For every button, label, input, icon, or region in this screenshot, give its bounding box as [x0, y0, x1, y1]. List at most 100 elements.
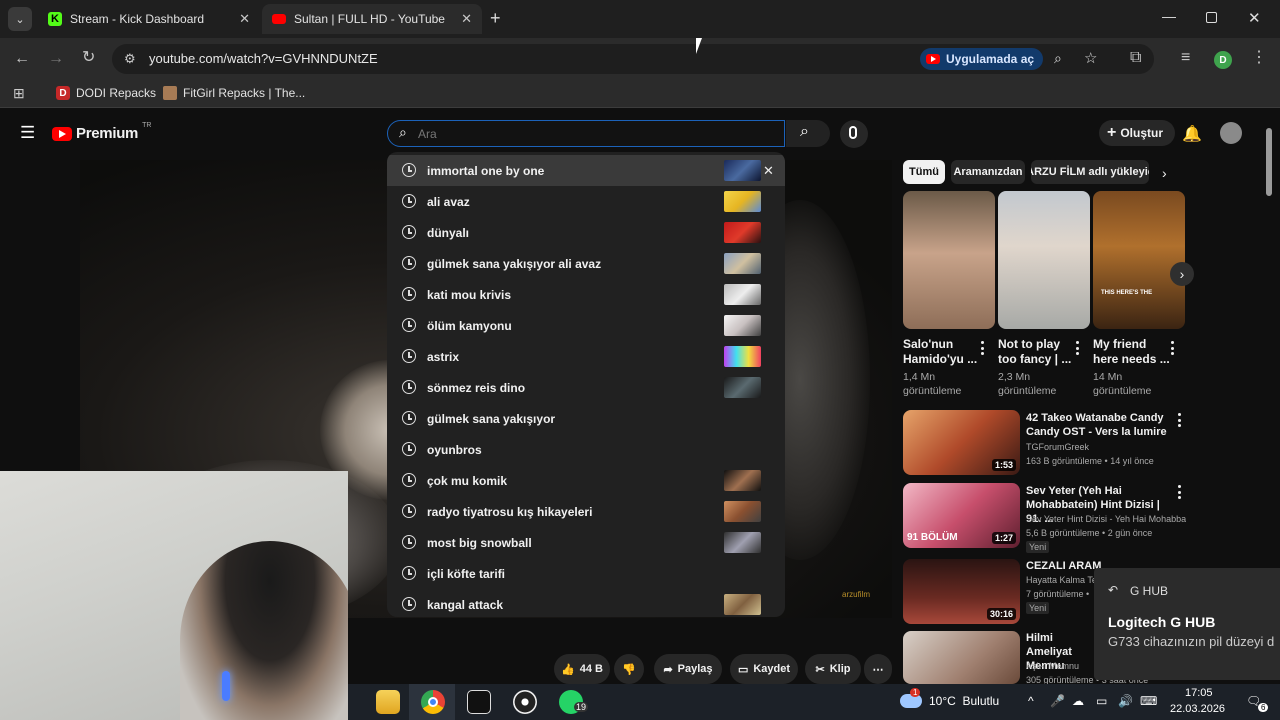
short-thumbnail[interactable]: THIS HERE'S THE: [1093, 191, 1185, 329]
rec-thumbnail[interactable]: 91 BÖLÜM 1:27: [903, 483, 1020, 548]
profile-avatar[interactable]: D: [1214, 51, 1232, 69]
chevron-up-icon[interactable]: ^: [1028, 694, 1034, 708]
short-thumbnail[interactable]: [998, 191, 1090, 329]
like-button[interactable]: 👍 44 B: [554, 654, 610, 684]
youtube-logo[interactable]: Premium TR: [52, 122, 151, 142]
more-options-icon[interactable]: [1075, 341, 1079, 355]
clip-button[interactable]: ✂ Klip: [805, 654, 861, 684]
save-button[interactable]: ▭ Kaydet: [730, 654, 798, 684]
clock-date[interactable]: 22.03.2026: [1170, 703, 1225, 715]
suggestion-item[interactable]: radyo tiyatrosu kış hikayeleri: [387, 496, 785, 527]
suggestion-item[interactable]: içli köfte tarifi: [387, 558, 785, 589]
rec-channel[interactable]: Sev Yeter Hint Dizisi - Yeh Hai Mohabbat…: [1026, 513, 1186, 525]
rec-thumbnail[interactable]: [903, 631, 1020, 684]
reload-icon[interactable]: ↻: [82, 50, 95, 66]
more-options-icon[interactable]: [980, 341, 984, 355]
minimize-window-button[interactable]: —: [1162, 8, 1176, 24]
search-input[interactable]: [418, 125, 758, 143]
site-settings-icon[interactable]: ⚙: [124, 51, 136, 67]
tab-youtube-sultan[interactable]: Sultan | FULL HD - YouTube ✕: [262, 4, 482, 34]
tab-kick-dashboard[interactable]: K Stream - Kick Dashboard ✕: [38, 4, 260, 34]
page-scrollbar[interactable]: [1266, 128, 1272, 196]
volume-icon[interactable]: 🔊: [1118, 694, 1133, 708]
menu-dots-icon[interactable]: ⋮: [1251, 50, 1267, 66]
suggestion-text: gülmek sana yakışıyor: [427, 412, 556, 426]
close-tab-icon[interactable]: ✕: [461, 11, 472, 27]
suggestion-item[interactable]: gülmek sana yakışıyor ali avaz: [387, 248, 785, 279]
short-thumbnail[interactable]: [903, 191, 995, 329]
suggestion-item[interactable]: sönmez reis dino: [387, 372, 785, 403]
suggestion-item[interactable]: gülmek sana yakışıyor: [387, 403, 785, 434]
rec-channel[interactable]: TGForumGreek: [1026, 441, 1186, 453]
close-window-button[interactable]: ✕: [1248, 9, 1261, 27]
short-title[interactable]: My friend here needs ...: [1093, 337, 1173, 367]
new-tab-button[interactable]: +: [490, 8, 501, 29]
create-button[interactable]: + Oluştur: [1099, 120, 1176, 146]
chip-uploader[interactable]: ARZU FİLM adlı yükleyic: [1031, 160, 1149, 184]
rec-title[interactable]: 42 Takeo Watanabe Candy Candy OST - Vers…: [1026, 411, 1176, 439]
suggestion-item[interactable]: most big snowball: [387, 527, 785, 558]
hamburger-menu-icon[interactable]: ☰: [20, 123, 35, 143]
short-title[interactable]: Salo'nun Hamido'yu ...: [903, 337, 983, 367]
cloud-icon[interactable]: ☁: [1072, 694, 1084, 708]
file-explorer-icon[interactable]: [376, 690, 400, 714]
mouse-cursor: [696, 38, 702, 54]
capcut-icon[interactable]: [467, 690, 491, 714]
microphone-icon[interactable]: 🎤: [1050, 694, 1065, 708]
open-in-app-button[interactable]: Uygulamada aç: [920, 48, 1044, 70]
ghub-icon: ↶: [1108, 583, 1119, 597]
notifications-bell-icon[interactable]: 🔔: [1182, 124, 1202, 144]
media-controls-icon[interactable]: ≡: [1181, 50, 1190, 66]
search-box[interactable]: ⌕: [387, 120, 785, 147]
chevron-right-icon[interactable]: ›: [1162, 165, 1167, 181]
back-arrow-icon[interactable]: ←: [14, 51, 30, 67]
more-options-icon[interactable]: [1177, 485, 1181, 499]
omnibox[interactable]: ⚙ youtube.com/watch?v=GVHNNDUNtZE Uygula…: [112, 44, 1154, 74]
suggestion-item[interactable]: kangal attack: [387, 589, 785, 617]
dislike-button[interactable]: 👎: [614, 654, 644, 684]
suggestion-item[interactable]: oyunbros: [387, 434, 785, 465]
suggestion-item[interactable]: kati mou krivis: [387, 279, 785, 310]
search-button[interactable]: ⌕: [786, 120, 830, 147]
history-icon: [402, 287, 416, 301]
suggestion-item[interactable]: ali avaz: [387, 186, 785, 217]
tab-search-dropdown-button[interactable]: ⌄: [8, 7, 32, 31]
remove-suggestion-icon[interactable]: ✕: [763, 163, 774, 179]
bookmark-fitgirl[interactable]: FitGirl Repacks | The...: [163, 86, 305, 100]
more-options-icon[interactable]: [1170, 341, 1174, 355]
share-button[interactable]: ➦ Paylaş: [654, 654, 722, 684]
apps-grid-icon[interactable]: ⊞: [13, 85, 25, 102]
extensions-icon[interactable]: ⧉: [1130, 50, 1141, 66]
zoom-search-icon[interactable]: ⌕: [1054, 50, 1062, 67]
suggestion-text: gülmek sana yakışıyor ali avaz: [427, 257, 602, 271]
more-options-icon[interactable]: [1177, 413, 1181, 427]
bookmark-dodi[interactable]: D DODI Repacks: [56, 86, 156, 100]
account-avatar[interactable]: [1220, 122, 1242, 144]
close-tab-icon[interactable]: ✕: [239, 11, 250, 27]
shorts-next-button[interactable]: ›: [1170, 262, 1194, 286]
chip-from-search[interactable]: Aramanızdan: [951, 160, 1025, 184]
clock-time[interactable]: 17:05: [1185, 687, 1213, 699]
suggestion-item[interactable]: ölüm kamyonu: [387, 310, 785, 341]
suggestion-item[interactable]: çok mu komik: [387, 465, 785, 496]
chip-all[interactable]: Tümü: [903, 160, 945, 184]
suggestion-text: çok mu komik: [427, 474, 508, 488]
suggestion-item[interactable]: immortal one by one ✕: [387, 155, 785, 186]
voice-search-button[interactable]: [840, 120, 868, 148]
rec-thumbnail[interactable]: 30:16: [903, 559, 1020, 624]
chrome-taskbar-button[interactable]: [409, 684, 455, 720]
more-actions-button[interactable]: ⋯: [864, 654, 892, 684]
suggestion-item[interactable]: dünyalı: [387, 217, 785, 248]
forward-arrow-icon[interactable]: →: [48, 51, 64, 67]
weather-text[interactable]: 10°C Bulutlu: [929, 694, 999, 708]
obs-icon[interactable]: [513, 690, 537, 714]
network-icon[interactable]: ▭: [1096, 694, 1107, 708]
keyboard-icon[interactable]: ⌨: [1140, 694, 1157, 708]
restore-window-button[interactable]: [1206, 12, 1217, 23]
short-title[interactable]: Not to play too fancy | ...: [998, 337, 1078, 367]
suggestion-item[interactable]: astrix: [387, 341, 785, 372]
rec-thumbnail[interactable]: 1:53: [903, 410, 1020, 475]
bookmark-star-icon[interactable]: ☆: [1084, 49, 1097, 67]
url-text[interactable]: youtube.com/watch?v=GVHNNDUNtZE: [149, 51, 378, 66]
notification-toast[interactable]: ↶ G HUB Logitech G HUB G733 cihazınızın …: [1094, 568, 1280, 680]
